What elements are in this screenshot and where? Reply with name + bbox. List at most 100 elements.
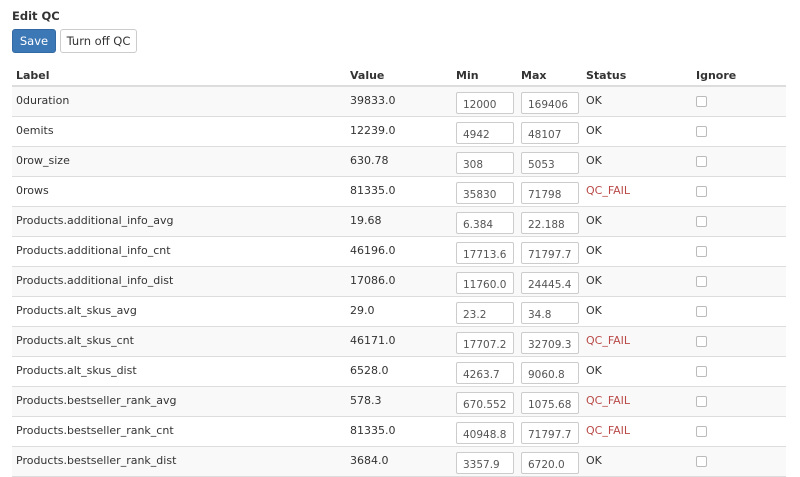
status-text: OK [586, 274, 602, 287]
max-input[interactable]: 34.8 [521, 302, 579, 324]
table-body: 0duration 39833.0 12000 169406 OK 0emits 12239… [12, 87, 786, 477]
row-label: 0duration [16, 94, 70, 107]
table-row: Products.alt_skus_dist 6528.0 4263.7 9060.8… [12, 357, 786, 387]
row-value: 6528.0 [350, 364, 389, 377]
table-row: Products.additional_info_avg 19.68 6.384 22… [12, 207, 786, 237]
qc-table: Label Value Min Max Status Ignore 0durat… [12, 64, 786, 477]
row-label: Products.additional_info_cnt [16, 244, 171, 257]
row-label: Products.additional_info_avg [16, 214, 174, 227]
table-row: Products.bestseller_rank_avg 578.3 670.552… [12, 387, 786, 417]
row-label: Products.bestseller_rank_dist [16, 454, 177, 467]
max-input[interactable]: 71797.7 [521, 242, 579, 264]
row-value: 39833.0 [350, 94, 396, 107]
status-text: OK [586, 304, 602, 317]
row-label: 0emits [16, 124, 54, 137]
max-input[interactable]: 6720.0 [521, 452, 579, 474]
ignore-checkbox[interactable] [696, 426, 707, 437]
max-input[interactable]: 5053 [521, 152, 579, 174]
header-min: Min [456, 69, 479, 82]
max-input[interactable]: 48107 [521, 122, 579, 144]
row-label: Products.alt_skus_avg [16, 304, 137, 317]
min-input[interactable]: 4942 [456, 122, 514, 144]
status-text: OK [586, 364, 602, 377]
table-row: Products.additional_info_cnt 46196.0 17713… [12, 237, 786, 267]
max-input[interactable]: 32709.3 [521, 332, 579, 354]
status-text: OK [586, 124, 602, 137]
row-label: Products.alt_skus_dist [16, 364, 137, 377]
status-text: QC_FAIL [586, 334, 631, 347]
page-title: Edit QC [12, 9, 60, 23]
table-row: 0emits 12239.0 4942 48107 OK [12, 117, 786, 147]
max-input[interactable]: 169406 [521, 92, 579, 114]
header-value: Value [350, 69, 385, 82]
table-row: 0rows 81335.0 35830 71798 QC_FAIL [12, 177, 786, 207]
min-input[interactable]: 308 [456, 152, 514, 174]
min-input[interactable]: 23.2 [456, 302, 514, 324]
row-value: 81335.0 [350, 184, 396, 197]
ignore-checkbox[interactable] [696, 366, 707, 377]
min-input[interactable]: 12000 [456, 92, 514, 114]
table-row: Products.alt_skus_cnt 46171.0 17707.2 32709… [12, 327, 786, 357]
row-value: 630.78 [350, 154, 389, 167]
row-label: 0row_size [16, 154, 70, 167]
row-label: Products.bestseller_rank_cnt [16, 424, 174, 437]
ignore-checkbox[interactable] [696, 216, 707, 227]
row-value: 19.68 [350, 214, 382, 227]
ignore-checkbox[interactable] [696, 126, 707, 137]
min-input[interactable]: 3357.9 [456, 452, 514, 474]
status-text: QC_FAIL [586, 394, 631, 407]
status-text: QC_FAIL [586, 424, 631, 437]
row-label: Products.additional_info_dist [16, 274, 174, 287]
min-input[interactable]: 6.384 [456, 212, 514, 234]
row-value: 46196.0 [350, 244, 396, 257]
min-input[interactable]: 17713.6 [456, 242, 514, 264]
max-input[interactable]: 22.188 [521, 212, 579, 234]
ignore-checkbox[interactable] [696, 156, 707, 167]
row-value: 578.3 [350, 394, 382, 407]
max-input[interactable]: 71798 [521, 182, 579, 204]
ignore-checkbox[interactable] [696, 456, 707, 467]
status-text: OK [586, 454, 602, 467]
turn-off-qc-button[interactable]: Turn off QC [60, 29, 137, 53]
table-row: 0row_size 630.78 308 5053 OK [12, 147, 786, 177]
ignore-checkbox[interactable] [696, 96, 707, 107]
table-row: Products.bestseller_rank_cnt 81335.0 40948… [12, 417, 786, 447]
row-value: 3684.0 [350, 454, 389, 467]
save-button[interactable]: Save [12, 29, 56, 53]
status-text: OK [586, 154, 602, 167]
max-input[interactable]: 24445.4 [521, 272, 579, 294]
max-input[interactable]: 1075.68 [521, 392, 579, 414]
row-value: 81335.0 [350, 424, 396, 437]
ignore-checkbox[interactable] [696, 336, 707, 347]
min-input[interactable]: 17707.2 [456, 332, 514, 354]
min-input[interactable]: 35830 [456, 182, 514, 204]
table-row: 0duration 39833.0 12000 169406 OK [12, 87, 786, 117]
ignore-checkbox[interactable] [696, 396, 707, 407]
ignore-checkbox[interactable] [696, 186, 707, 197]
ignore-checkbox[interactable] [696, 306, 707, 317]
status-text: OK [586, 244, 602, 257]
status-text: OK [586, 94, 602, 107]
min-input[interactable]: 11760.0 [456, 272, 514, 294]
min-input[interactable]: 670.552 [456, 392, 514, 414]
table-row: Products.bestseller_rank_dist 3684.0 3357.… [12, 447, 786, 477]
header-label: Label [16, 69, 50, 82]
ignore-checkbox[interactable] [696, 246, 707, 257]
status-text: QC_FAIL [586, 184, 631, 197]
table-row: Products.additional_info_dist 17086.0 1176… [12, 267, 786, 297]
table-header: Label Value Min Max Status Ignore [12, 64, 786, 87]
table-row: Products.alt_skus_avg 29.0 23.2 34.8 OK [12, 297, 786, 327]
min-input[interactable]: 40948.8 [456, 422, 514, 444]
header-status: Status [586, 69, 627, 82]
row-label: 0rows [16, 184, 49, 197]
status-text: OK [586, 214, 602, 227]
header-ignore: Ignore [696, 69, 737, 82]
row-value: 29.0 [350, 304, 375, 317]
row-value: 12239.0 [350, 124, 396, 137]
row-label: Products.bestseller_rank_avg [16, 394, 177, 407]
max-input[interactable]: 71797.7 [521, 422, 579, 444]
row-value: 46171.0 [350, 334, 396, 347]
ignore-checkbox[interactable] [696, 276, 707, 287]
max-input[interactable]: 9060.8 [521, 362, 579, 384]
min-input[interactable]: 4263.7 [456, 362, 514, 384]
